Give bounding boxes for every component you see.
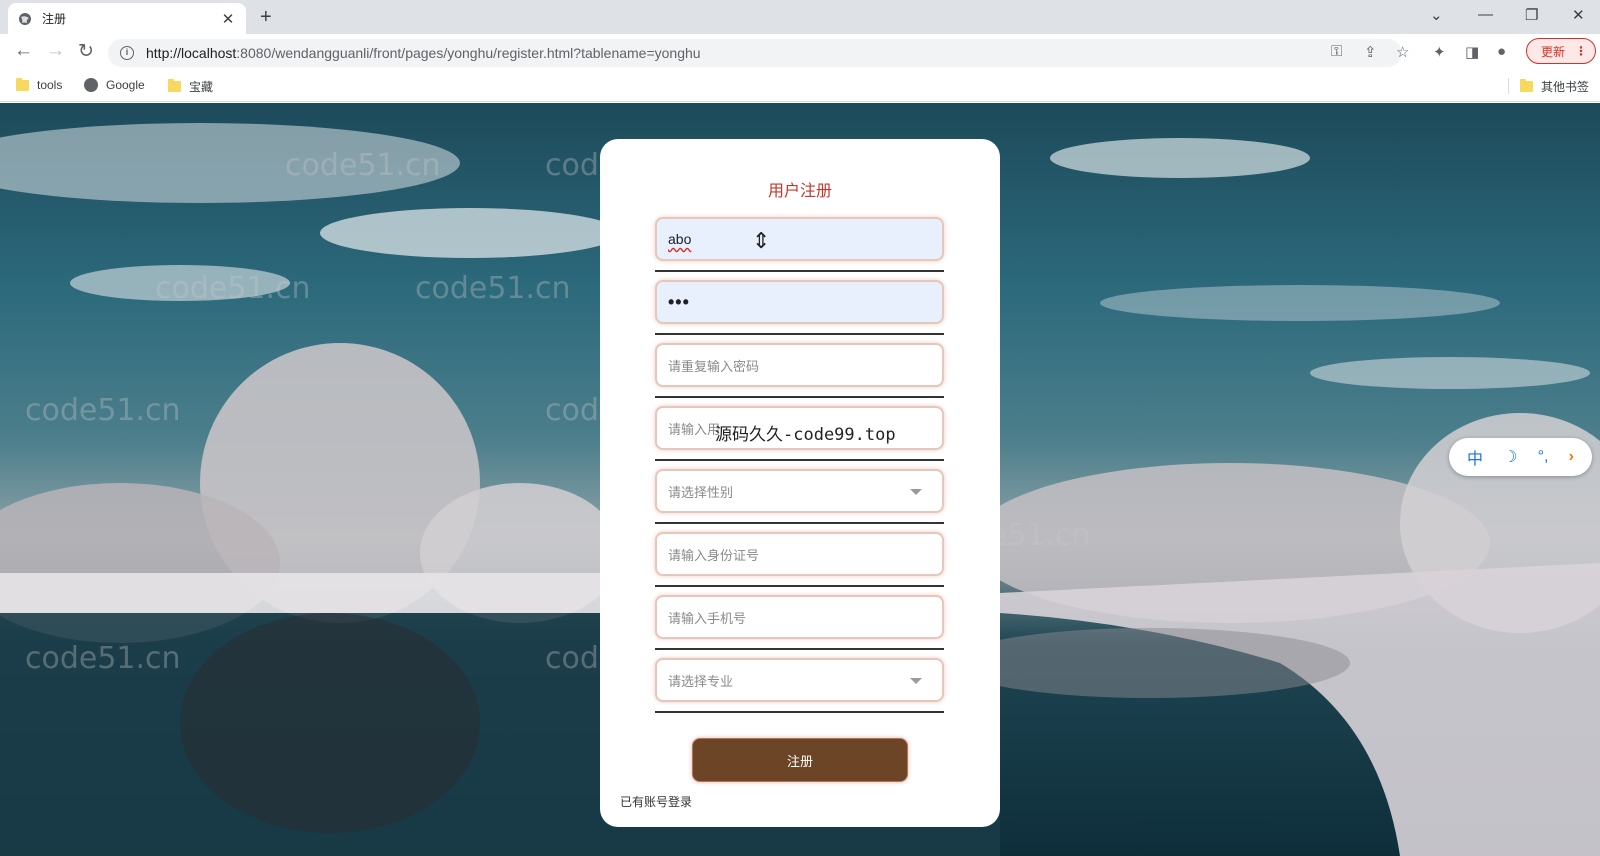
- field-underline: [655, 648, 944, 650]
- ime-toolbar[interactable]: 中 ☽ °, ›: [1449, 438, 1592, 476]
- username-input[interactable]: abo: [655, 217, 944, 261]
- id-number-placeholder: 请输入身份证号: [668, 547, 760, 563]
- tab-search-chevron-icon[interactable]: ⌄: [1430, 6, 1443, 24]
- name-placeholder: 请输入用: [668, 421, 721, 437]
- page-background: code51.cn code51.cn code51.cn code51.cn …: [0, 103, 1600, 856]
- maximize-icon[interactable]: ❐: [1525, 6, 1538, 24]
- globe-icon: [84, 78, 98, 92]
- field-underline: [655, 333, 944, 335]
- moon-icon[interactable]: ☽: [1503, 447, 1517, 467]
- text-resize-cursor-icon: ⇕: [752, 228, 771, 253]
- field-underline: [655, 270, 944, 272]
- folder-icon: [168, 79, 181, 92]
- bookmark-label: tools: [37, 78, 63, 92]
- phone-input[interactable]: 请输入手机号: [655, 595, 944, 639]
- field-underline: [655, 585, 944, 587]
- browser-toolbar: ← → ↻ i http://localhost:8080/wendanggua…: [0, 34, 1600, 70]
- update-label: 更新: [1541, 44, 1566, 59]
- field-underline: [655, 459, 944, 461]
- browser-tab[interactable]: 注册 ✕: [8, 3, 246, 34]
- update-button[interactable]: 更新 ⋮: [1526, 38, 1596, 64]
- bookmark-label: 其他书签: [1541, 80, 1590, 94]
- reload-icon[interactable]: ↻: [78, 40, 94, 63]
- profile-icon[interactable]: ●: [1497, 43, 1506, 60]
- chevron-down-icon: [910, 678, 922, 684]
- register-button[interactable]: 注册: [692, 738, 908, 782]
- field-underline: [655, 522, 944, 524]
- folder-icon: [16, 77, 29, 91]
- gender-placeholder: 请选择性别: [668, 484, 734, 500]
- key-icon[interactable]: ⚿: [1331, 43, 1342, 60]
- register-card: 用户注册 abo ••• 请重复输入密码 请输入用 请选择性别 请输入身份证号 …: [600, 139, 1000, 827]
- back-arrow-icon[interactable]: ←: [14, 40, 33, 62]
- bookmark-label: Google: [106, 78, 145, 92]
- share-icon[interactable]: ⇪: [1364, 43, 1377, 61]
- globe-icon: [19, 12, 31, 25]
- star-icon[interactable]: ☆: [1396, 43, 1409, 61]
- repeat-password-input[interactable]: 请重复输入密码: [655, 343, 944, 387]
- login-link[interactable]: 已有账号登录: [620, 793, 692, 810]
- minimize-icon[interactable]: —: [1478, 6, 1493, 23]
- page-title: 用户注册: [767, 183, 832, 200]
- repeat-password-placeholder: 请重复输入密码: [668, 358, 760, 374]
- bookmark-other[interactable]: 其他书签: [1520, 78, 1589, 95]
- forward-arrow-icon[interactable]: →: [46, 40, 65, 62]
- bookmark-treasure[interactable]: 宝藏: [168, 78, 213, 95]
- bookmark-divider: [1508, 78, 1509, 94]
- field-underline: [655, 711, 944, 713]
- bookmark-label: 宝藏: [189, 80, 214, 94]
- major-select[interactable]: 请选择专业: [655, 658, 944, 702]
- password-input[interactable]: •••: [655, 280, 944, 324]
- puzzle-icon[interactable]: ✦: [1433, 43, 1446, 61]
- site-info-icon[interactable]: i: [120, 46, 134, 60]
- sidebar-icon[interactable]: ◨: [1465, 43, 1479, 61]
- id-number-input[interactable]: 请输入身份证号: [655, 532, 944, 576]
- phone-placeholder: 请输入手机号: [668, 610, 747, 626]
- folder-icon: [1520, 79, 1533, 92]
- ime-mode-chinese[interactable]: 中: [1467, 445, 1483, 469]
- field-underline: [655, 396, 944, 398]
- bookmarks-bar: tools Google 宝藏 其他书签: [0, 70, 1600, 102]
- close-tab-icon[interactable]: ✕: [220, 10, 236, 28]
- chevron-right-icon[interactable]: ›: [1569, 448, 1574, 466]
- bookmark-tools[interactable]: tools: [16, 77, 63, 92]
- bookmark-google[interactable]: Google: [84, 78, 145, 92]
- new-tab-button[interactable]: +: [260, 6, 272, 29]
- chevron-down-icon: [910, 489, 922, 495]
- name-input[interactable]: 请输入用: [655, 406, 944, 450]
- url-host: http://localhost: [146, 45, 237, 61]
- address-bar[interactable]: i http://localhost:8080/wendangguanli/fr…: [108, 39, 1402, 67]
- gender-select[interactable]: 请选择性别: [655, 469, 944, 513]
- tab-title: 注册: [42, 12, 67, 26]
- username-value: abo: [668, 231, 692, 247]
- punctuation-icon[interactable]: °,: [1538, 448, 1549, 466]
- window-close-icon[interactable]: ✕: [1572, 6, 1585, 24]
- major-placeholder: 请选择专业: [668, 673, 734, 689]
- password-value: •••: [668, 291, 690, 312]
- browser-tab-bar: 注册 ✕ + ⌄ — ❐ ✕: [0, 0, 1600, 34]
- url-path: :8080/wendangguanli/front/pages/yonghu/r…: [236, 45, 701, 61]
- menu-dots-icon: ⋮: [1575, 44, 1588, 58]
